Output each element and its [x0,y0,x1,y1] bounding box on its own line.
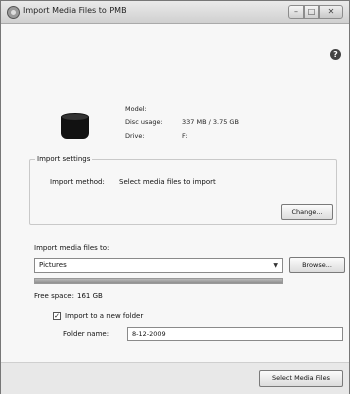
help-icon[interactable]: ? [330,49,341,60]
disk-usage-bar [34,278,283,284]
app-icon [7,6,20,19]
maximize-button[interactable]: □ [304,5,319,19]
disk-usage-fill [35,279,282,283]
free-space-value: 161 GB [77,292,103,300]
import-method-value: Select media files to import [119,178,216,186]
checkbox-icon[interactable]: ✓ [53,312,61,320]
close-button[interactable]: ✕ [319,5,343,19]
new-folder-checkbox-label[interactable]: Import to a new folder [65,312,143,320]
change-button[interactable]: Change... [281,204,333,220]
model-label: Model: [125,105,147,113]
title-bar[interactable]: Import Media Files to PMB – □ ✕ [1,1,349,24]
folder-name-field[interactable]: 8-12-2009 [127,327,343,341]
import-dialog-window: Import Media Files to PMB – □ ✕ ? Model:… [0,0,350,394]
select-media-files-button[interactable]: Select Media Files [259,370,343,387]
import-method-label: Import method: [50,178,105,186]
free-space-label: Free space: [34,292,74,300]
window-title: Import Media Files to PMB [23,6,127,15]
drive-value: F: [182,132,188,140]
minimize-button[interactable]: – [288,5,304,19]
drive-label: Drive: [125,132,145,140]
checkbox-mark: ✓ [54,312,60,320]
destination-select[interactable]: Pictures ▼ [34,258,283,273]
import-settings-label: Import settings [35,155,93,163]
disc-usage-value: 337 MB / 3.75 GB [182,118,239,126]
destination-selected: Pictures [39,261,67,269]
disc-usage-label: Disc usage: [125,118,163,126]
device-icon [61,113,89,139]
browse-button[interactable]: Browse... [289,257,345,273]
dropdown-arrow-icon[interactable]: ▼ [273,259,278,272]
folder-name-label: Folder name: [63,330,110,338]
import-to-label: Import media files to: [34,244,110,252]
